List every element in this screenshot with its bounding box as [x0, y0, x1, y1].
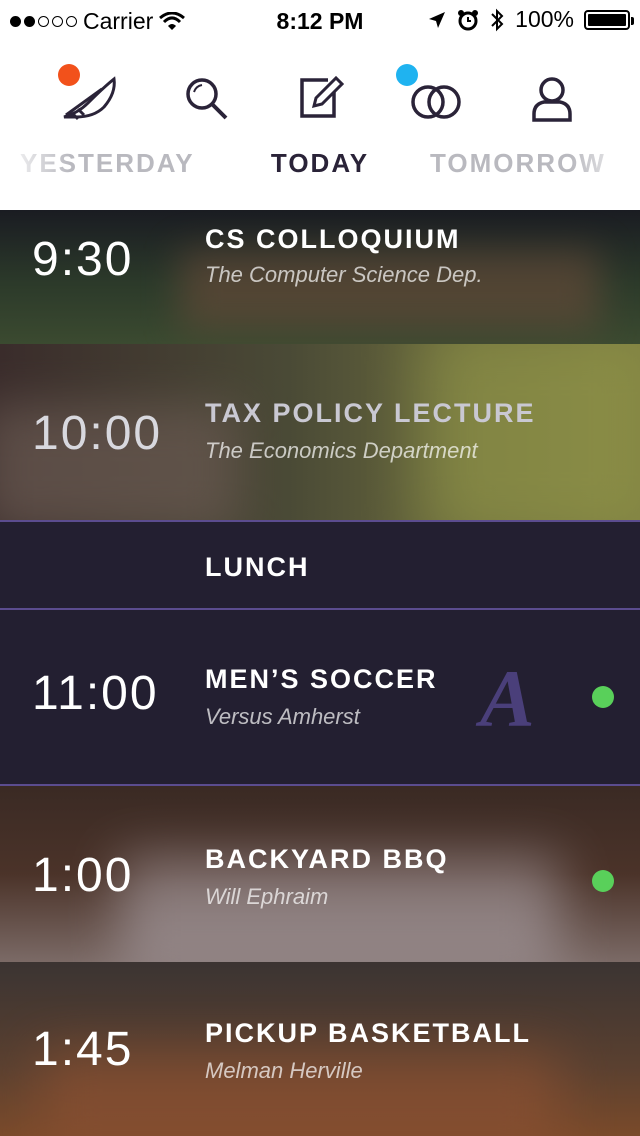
battery-label: 100%: [515, 6, 574, 32]
event-subtitle: Will Ephraim: [205, 884, 329, 909]
event-time: 10:00: [32, 407, 163, 460]
groups-button[interactable]: [396, 64, 468, 130]
event-time: 1:45: [32, 1023, 134, 1076]
event-row[interactable]: 10:00 TAX POLICY LECTURE The Economics D…: [0, 344, 640, 520]
event-title: TAX POLICY LECTURE: [205, 398, 536, 428]
team-logo: A: [480, 653, 535, 744]
event-subtitle: The Computer Science Dep.: [205, 262, 483, 287]
bluetooth-icon: [491, 8, 504, 31]
search-button[interactable]: [174, 66, 238, 130]
compose-button[interactable]: [288, 66, 352, 130]
tab-fade-right: [570, 144, 640, 194]
event-subtitle: The Economics Department: [205, 438, 478, 463]
live-indicator: [592, 870, 614, 892]
event-row[interactable]: 1:00 BACKYARD BBQ Will Ephraim: [0, 786, 640, 962]
event-title: BACKYARD BBQ: [205, 844, 449, 874]
status-bar: Carrier 8:12 PM 100%: [0, 0, 640, 44]
battery-icon: [584, 9, 634, 30]
notification-badge: [58, 64, 80, 86]
day-tabs: YESTERDAY TODAY TOMORROW: [0, 148, 640, 192]
event-row[interactable]: 1:45 PICKUP BASKETBALL Melman Herville: [0, 962, 640, 1136]
search-icon: [186, 78, 228, 120]
location-arrow-icon: [429, 11, 446, 28]
status-right: 100%: [427, 6, 634, 33]
feed-button[interactable]: [58, 64, 122, 130]
event-title: CS COLLOQUIUM: [205, 224, 461, 254]
event-row[interactable]: 9:30 CS COLLOQUIUM The Computer Science …: [0, 210, 640, 344]
lunch-divider: LUNCH: [0, 520, 640, 610]
section-title: LUNCH: [205, 552, 310, 582]
tab-fade-left: [0, 144, 70, 194]
profile-button[interactable]: [520, 66, 584, 130]
event-time: 9:30: [32, 233, 134, 286]
event-title: PICKUP BASKETBALL: [205, 1018, 532, 1048]
event-time: 11:00: [32, 667, 159, 720]
event-row[interactable]: 11:00 MEN’S SOCCER Versus Amherst A: [0, 610, 640, 786]
live-indicator: [592, 686, 614, 708]
alarm-icon: [458, 9, 479, 30]
event-subtitle: Versus Amherst: [205, 704, 360, 729]
event-subtitle: Melman Herville: [205, 1058, 363, 1083]
event-title: MEN’S SOCCER: [205, 664, 438, 694]
event-time: 1:00: [32, 849, 134, 902]
notification-badge: [396, 64, 418, 86]
top-navigation: YESTERDAY TODAY TOMORROW: [0, 44, 640, 210]
compose-icon: [300, 75, 344, 118]
profile-icon: [532, 77, 572, 122]
